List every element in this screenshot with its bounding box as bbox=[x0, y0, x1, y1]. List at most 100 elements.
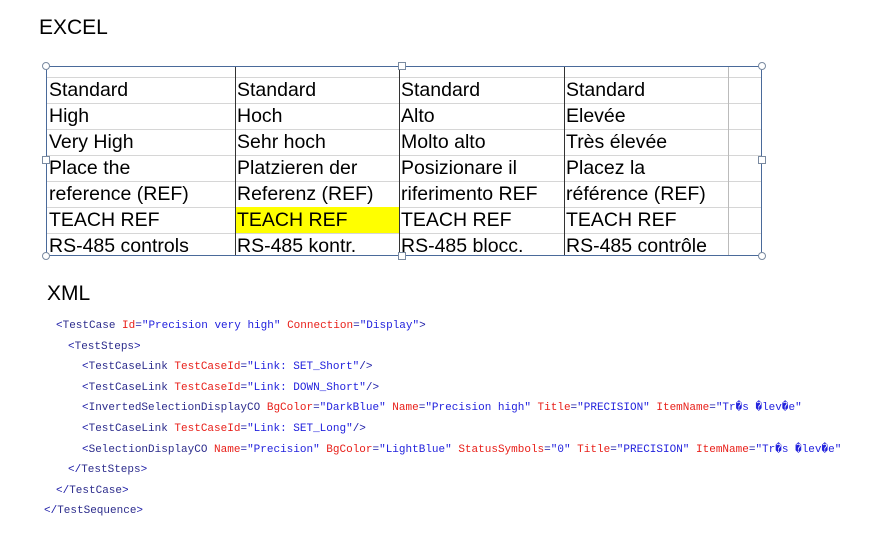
xml-line: </TestSteps> bbox=[68, 460, 147, 480]
xml-line: <TestCase Id="Precision very high" Conne… bbox=[56, 316, 426, 336]
xml-token: > bbox=[140, 464, 148, 477]
xml-token: Connection bbox=[280, 320, 354, 332]
xml-token: "Tr�s �lev�e" bbox=[715, 402, 802, 415]
excel-table[interactable]: PRECISIONPRÄZISIONPRECISIONEPRECISIONSta… bbox=[46, 66, 762, 256]
column-divider bbox=[728, 67, 729, 255]
xml-token: TestCase bbox=[69, 484, 123, 497]
resize-handle[interactable] bbox=[42, 252, 50, 260]
xml-token: = bbox=[544, 443, 551, 456]
table-cell[interactable]: Alto bbox=[399, 103, 564, 129]
xml-token: SelectionDisplayCO bbox=[88, 443, 208, 456]
xml-token: ItemName bbox=[649, 402, 710, 415]
table-row: reference (REF) Referenz (REF) riferimento… bbox=[47, 181, 761, 208]
xml-token: "Precision high" bbox=[425, 402, 531, 415]
xml-token: /> bbox=[359, 361, 373, 374]
xml-token: TestCaseLink bbox=[88, 423, 168, 435]
table-cell[interactable]: RS-485 kontr. bbox=[235, 233, 399, 255]
table-cell[interactable]: Referenz (REF) bbox=[235, 181, 399, 207]
table-cell[interactable]: Hoch bbox=[235, 103, 399, 129]
xml-line: </TestSequence> bbox=[44, 501, 143, 521]
xml-token: Name bbox=[207, 443, 241, 456]
table-row: Very High Sehr hoch Molto alto Très élevée bbox=[47, 129, 761, 156]
resize-handle[interactable] bbox=[42, 156, 50, 164]
xml-token: /> bbox=[352, 423, 366, 435]
xml-token: InvertedSelectionDisplayCO bbox=[88, 402, 261, 415]
table-cell[interactable]: TEACH REF bbox=[399, 207, 564, 233]
xml-token: < bbox=[82, 443, 89, 456]
table-cell[interactable]: Platzieren der bbox=[235, 155, 399, 181]
xml-token: < bbox=[68, 340, 75, 353]
table-cell[interactable]: RS-485 controls bbox=[47, 233, 235, 255]
table-cell[interactable]: Elevée bbox=[564, 103, 728, 129]
column-divider bbox=[399, 67, 400, 255]
table-cell[interactable]: TEACH REF bbox=[47, 207, 235, 233]
table-cell[interactable]: Sehr hoch bbox=[235, 129, 399, 155]
xml-token: = bbox=[313, 402, 320, 415]
xml-token: "Display" bbox=[359, 320, 420, 332]
table-cell[interactable]: High bbox=[47, 103, 235, 129]
xml-token: Id bbox=[115, 320, 136, 332]
table-cell[interactable]: riferimento REF bbox=[399, 181, 564, 207]
xml-token: TestSteps bbox=[74, 340, 135, 353]
xml-token: "Link: DOWN_Short" bbox=[247, 381, 366, 394]
xml-token: </ bbox=[44, 505, 58, 518]
table-cell[interactable]: RS-485 blocc. bbox=[399, 233, 564, 255]
xml-token: TestCaseId bbox=[167, 423, 241, 435]
table-cell[interactable]: reference (REF) bbox=[47, 181, 235, 207]
resize-handle[interactable] bbox=[758, 62, 766, 70]
xml-token: TestCaseId bbox=[167, 361, 241, 374]
xml-token: "LightBlue" bbox=[379, 443, 452, 456]
xml-token: Title bbox=[530, 402, 571, 415]
column-divider bbox=[564, 67, 565, 255]
xml-line: <TestSteps> bbox=[68, 337, 141, 357]
table-cell[interactable]: Very High bbox=[47, 129, 235, 155]
xml-line: <TestCaseLink TestCaseId="Link: DOWN_Sho… bbox=[82, 378, 379, 398]
table-cell[interactable]: Placez la bbox=[564, 155, 728, 181]
resize-handle[interactable] bbox=[42, 62, 50, 70]
table-cell[interactable]: Posizionare il bbox=[399, 155, 564, 181]
xml-token: = bbox=[135, 320, 142, 332]
xml-token: Title bbox=[570, 443, 611, 456]
xml-token: /> bbox=[365, 381, 380, 394]
xml-line: <SelectionDisplayCO Name = "Precision" BgC… bbox=[82, 440, 841, 460]
xml-token: TestCaseLink bbox=[88, 361, 168, 374]
table-row: Place the Platzieren der Posizionare il Pla… bbox=[47, 155, 761, 182]
xml-line: <InvertedSelectionDisplayCO BgColor="Dar… bbox=[82, 398, 802, 418]
table-cell[interactable]: Molto alto bbox=[399, 129, 564, 155]
resize-handle[interactable] bbox=[398, 252, 406, 260]
xml-token: > bbox=[419, 320, 426, 332]
xml-token: "Tr�s �lev�e" bbox=[755, 443, 842, 456]
table-cell[interactable]: Place the bbox=[47, 155, 235, 181]
xml-token: BgColor bbox=[319, 443, 373, 456]
xml-token: TestCaseLink bbox=[88, 381, 168, 394]
table-cell[interactable]: Standard bbox=[235, 77, 399, 103]
xml-token: < bbox=[82, 361, 89, 374]
resize-handle[interactable] bbox=[758, 252, 766, 260]
table-cell[interactable]: Standard bbox=[399, 77, 564, 103]
xml-token: "Precision very high" bbox=[141, 320, 281, 332]
table-cell[interactable]: Standard bbox=[564, 77, 728, 103]
xml-token: "PRECISION" bbox=[616, 443, 690, 456]
resize-handle[interactable] bbox=[398, 62, 406, 70]
xml-token: > bbox=[134, 340, 141, 353]
table-row: TEACH REF TEACH REF TEACH REF TEACH REF bbox=[47, 207, 761, 234]
table-cell[interactable]: référence (REF) bbox=[564, 181, 728, 207]
xml-token: < bbox=[56, 320, 63, 332]
table-cell[interactable]: Très élevée bbox=[564, 129, 728, 155]
table-cell[interactable]: Standard bbox=[47, 77, 235, 103]
xml-token: "Link: SET_Short" bbox=[247, 361, 360, 374]
xml-token: = bbox=[353, 320, 360, 332]
xml-token: "DarkBlue" bbox=[319, 402, 386, 415]
xml-token: = bbox=[709, 402, 716, 415]
xml-token: "Precision" bbox=[247, 443, 320, 456]
table-cell[interactable]: TEACH REF bbox=[235, 207, 399, 233]
xml-token: StatusSymbols bbox=[451, 443, 545, 456]
table-cell[interactable]: RS-485 contrôle bbox=[564, 233, 728, 255]
xml-token: < bbox=[82, 423, 89, 435]
resize-handle[interactable] bbox=[758, 156, 766, 164]
table-cell[interactable]: TEACH REF bbox=[564, 207, 728, 233]
xml-token: TestCase bbox=[62, 320, 116, 332]
xml-token: "Link: SET_Long" bbox=[247, 423, 353, 435]
xml-line: </TestCase> bbox=[56, 481, 129, 501]
xml-line: <TestCaseLink TestCaseId="Link: SET_Shor… bbox=[82, 357, 372, 377]
